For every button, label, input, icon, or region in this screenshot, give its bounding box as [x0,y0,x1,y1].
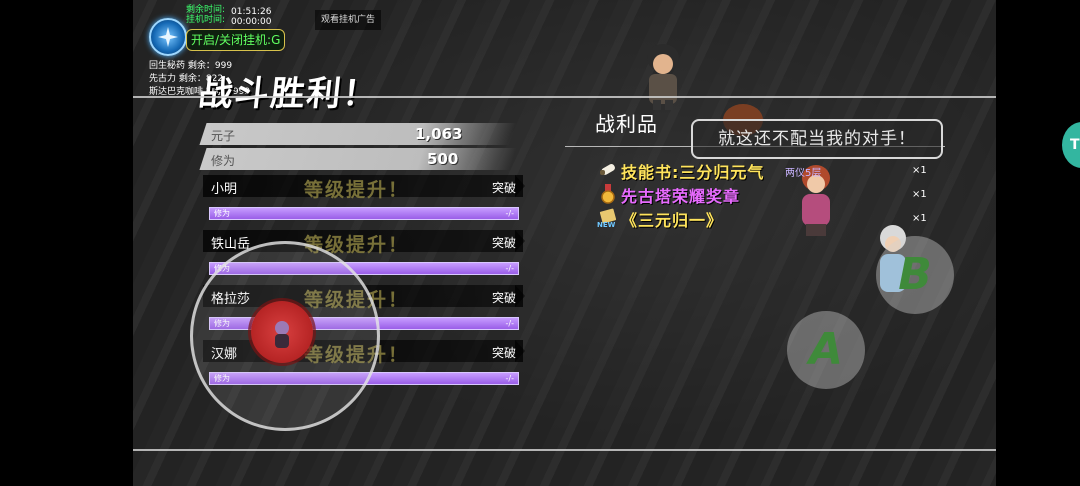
top-divider [133,96,996,98]
reward-value-yuanzi: 1,063 [415,125,463,143]
breakthrough-text: 突破 [492,346,517,360]
cultivation-bar-label: 修为 [214,209,230,218]
action-b-label: B [898,249,932,300]
hero-avatar-icon [275,321,289,348]
cultivation-bar-value: -/- [505,319,514,328]
cultivation-bar-value: -/- [505,264,514,273]
remaining-time-label: 剩余时间: [186,5,226,15]
hangup-time-label: 挂机时间: [186,15,226,25]
floating-assistant-button[interactable]: T [1062,122,1080,168]
cultivation-bar-value: -/- [505,209,514,218]
hangup-icon[interactable] [149,18,187,56]
cultivation-bar-value: -/- [505,374,514,383]
reward-bar-xiuwei [199,148,517,170]
toggle-hangup-button[interactable]: 开启/关闭挂机:G [186,29,286,51]
action-a-button[interactable]: A [787,311,865,389]
breakthrough-text: 突破 [492,291,517,305]
character-row: 小明 等级提升！ 突破 修为 -/- [203,175,525,220]
loot-item-qty: ×1 [912,189,927,200]
joystick-knob[interactable] [251,301,313,363]
hangup-time-value: 00:00:00 [231,17,272,27]
reward-value-xiuwei: 500 [427,150,459,168]
reward-label-xiuwei: 修为 [211,154,236,168]
action-b-button[interactable]: B [876,236,954,314]
breakthrough-text: 突破 [492,236,517,250]
loot-item-qty: ×1 [912,213,927,224]
remaining-time-value: 01:51:26 [231,7,272,17]
loot-item-name: 《三元归一》 [621,211,724,230]
character-sprite-warrior [633,38,693,114]
loot-title: 战利品 [595,112,658,136]
watch-ad-button[interactable]: 观看挂机广告 [315,10,381,30]
new-badge: NEW [597,221,616,229]
loot-item-name: 先古塔荣耀奖章 [621,187,741,206]
reward-label-yuanzi: 元子 [211,129,236,143]
breakthrough-text: 突破 [492,181,517,195]
cultivation-bar-fill [210,208,518,219]
action-a-label: A [808,324,844,375]
loot-item-name: 技能书:三分归元气 [621,163,765,182]
victory-title: 战斗胜利！ [196,74,381,114]
bottom-divider [133,449,996,451]
level-up-text: 等级提升！ [304,179,410,201]
speech-bubble: 就这还不配当我的对手！ [691,119,943,159]
reward-bar-yuanzi [199,123,517,145]
scroll-icon [599,160,617,182]
cultivation-bar: 修为 -/- [209,207,519,220]
medal-icon [600,184,616,208]
loot-item-qty: ×1 [912,165,927,176]
character-name: 小明 [211,182,238,197]
game-screen: 剩余时间: 01:51:26 挂机时间: 00:00:00 开启/关闭挂机:G … [133,0,996,486]
loot-item-tag: 两仪5层 [785,168,822,179]
